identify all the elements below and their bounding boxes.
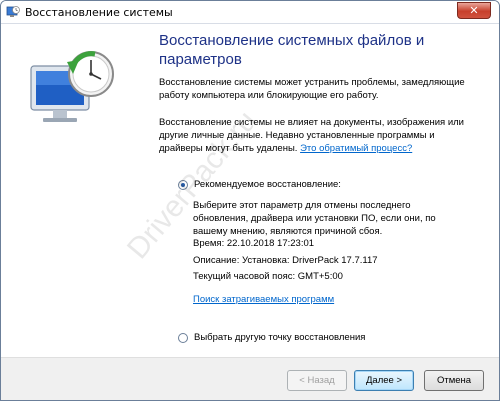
restore-description: Описание: Установка: DriverPack 17.7.117 [193,255,378,266]
title-bar[interactable]: Восстановление системы ✕ [1,1,499,24]
recommended-restore-label[interactable]: Рекомендуемое восстановление: [194,179,341,190]
affected-programs-link-row: Поиск затрагиваемых программ [193,293,463,306]
info-paragraph: Восстановление системы не влияет на доку… [159,116,479,155]
other-restore-point-label[interactable]: Выбрать другую точку восстановления [194,332,365,343]
button-bar: < Назад Далее > Отмена [1,357,499,400]
affected-programs-link[interactable]: Поиск затрагиваемых программ [193,294,334,305]
reversible-process-link[interactable]: Это обратимый процесс? [300,143,412,154]
current-timezone: Текущий часовой пояс: GMT+5:00 [193,271,343,282]
restore-time: Время: 22.10.2018 17:23:01 [193,238,315,249]
main-content: Восстановление системных файлов и параме… [1,24,499,357]
cancel-button[interactable]: Отмена [424,370,484,391]
system-restore-app-icon [6,6,20,17]
system-restore-window: Восстановление системы ✕ Восстановление … [0,0,500,401]
window-title: Восстановление системы [25,6,173,19]
other-restore-point-radio[interactable] [178,333,188,343]
close-icon: ✕ [469,4,479,17]
recommended-restore-radio[interactable] [178,180,188,190]
close-button[interactable]: ✕ [457,2,491,19]
system-restore-icon [30,51,114,122]
intro-paragraph: Восстановление системы может устранить п… [159,77,465,101]
back-button[interactable]: < Назад [287,370,347,391]
next-button[interactable]: Далее > [354,370,414,391]
recommended-description: Выберите этот параметр для отмены послед… [193,200,436,237]
page-heading: Восстановление системных файлов и параме… [159,32,425,68]
